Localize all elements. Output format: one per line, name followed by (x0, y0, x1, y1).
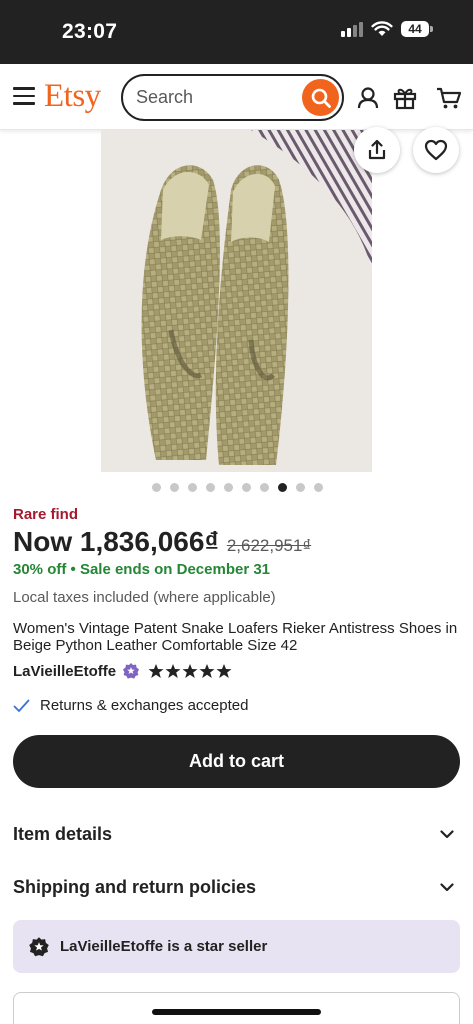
star-icon (199, 664, 215, 678)
checkmark-icon (13, 699, 30, 712)
carousel-dot[interactable] (206, 483, 215, 492)
carousel-dot[interactable] (296, 483, 305, 492)
star-seller-icon (29, 936, 49, 956)
price-row: Now 1,836,066₫ 2,622,951₫ (13, 526, 311, 558)
carousel-dot[interactable] (260, 483, 269, 492)
sale-separator: • (70, 561, 80, 578)
carousel-dot[interactable] (188, 483, 197, 492)
battery-level: 44 (401, 21, 429, 37)
next-section-card (13, 992, 460, 1024)
etsy-logo[interactable]: Etsy (44, 78, 101, 115)
star-icon (216, 664, 232, 678)
shipping-label: Shipping and return policies (13, 877, 257, 897)
product-image[interactable] (101, 130, 372, 472)
status-bar: 23:07 44 (0, 0, 473, 64)
current-price: Now 1,836,066₫ (13, 526, 219, 557)
product-title: Women's Vintage Patent Snake Loafers Rie… (13, 620, 458, 654)
battery-icon: 44 (401, 21, 433, 37)
returns-label: Returns & exchanges accepted (40, 697, 249, 714)
star-seller-text: LaVieilleEtoffe is a star seller (60, 938, 268, 955)
shop-row: LaVieilleEtoffe (13, 662, 232, 680)
sale-end-label: Sale ends on December 31 (79, 561, 271, 578)
star-icon (165, 664, 181, 678)
product-photo (101, 130, 372, 472)
carousel-dot[interactable] (170, 483, 179, 492)
search-icon (311, 88, 331, 108)
star-seller-badge-icon (123, 663, 140, 679)
item-details-label: Item details (13, 824, 113, 844)
search-button[interactable] (302, 79, 339, 116)
chevron-down-icon (440, 883, 454, 892)
carousel-dot[interactable] (242, 483, 251, 492)
gift-icon[interactable] (392, 85, 418, 111)
original-price: 2,622,951₫ (226, 536, 312, 555)
discount-label: 30% off (13, 561, 67, 578)
carousel-dot[interactable] (314, 483, 323, 492)
star-seller-banner: LaVieilleEtoffe is a star seller (13, 920, 460, 973)
status-icons: 44 (341, 21, 433, 37)
status-time: 23:07 (62, 20, 118, 43)
star-icon (182, 664, 198, 678)
account-icon[interactable] (355, 85, 381, 111)
favorite-button[interactable] (413, 127, 459, 173)
cellular-signal-icon (341, 21, 363, 37)
share-button[interactable] (354, 127, 400, 173)
carousel-dot[interactable] (152, 483, 161, 492)
header: Etsy (0, 64, 473, 130)
search-input[interactable] (136, 87, 296, 108)
rating-stars[interactable] (148, 663, 232, 679)
heart-icon (424, 139, 448, 161)
search-bar[interactable] (121, 74, 344, 121)
returns-info: Returns & exchanges accepted (13, 697, 248, 714)
cart-icon[interactable] (436, 85, 462, 111)
carousel-dot[interactable] (224, 483, 233, 492)
rare-find-badge: Rare find (13, 506, 79, 523)
chevron-down-icon (440, 830, 454, 839)
menu-icon[interactable] (13, 87, 35, 105)
taxes-note: Local taxes included (where applicable) (13, 589, 276, 606)
sale-info: 30% off • Sale ends on December 31 (13, 561, 270, 578)
share-icon (368, 139, 386, 160)
wifi-icon (371, 21, 393, 36)
shipping-accordion[interactable]: Shipping and return policies (13, 877, 460, 898)
shop-name-link[interactable]: LaVieilleEtoffe (13, 663, 116, 680)
star-icon (148, 664, 164, 678)
image-carousel-dots[interactable] (0, 483, 473, 492)
carousel-dot-active[interactable] (278, 483, 287, 492)
item-details-accordion[interactable]: Item details (13, 824, 460, 845)
add-to-cart-button[interactable]: Add to cart (13, 735, 460, 788)
home-indicator[interactable] (152, 1009, 321, 1015)
